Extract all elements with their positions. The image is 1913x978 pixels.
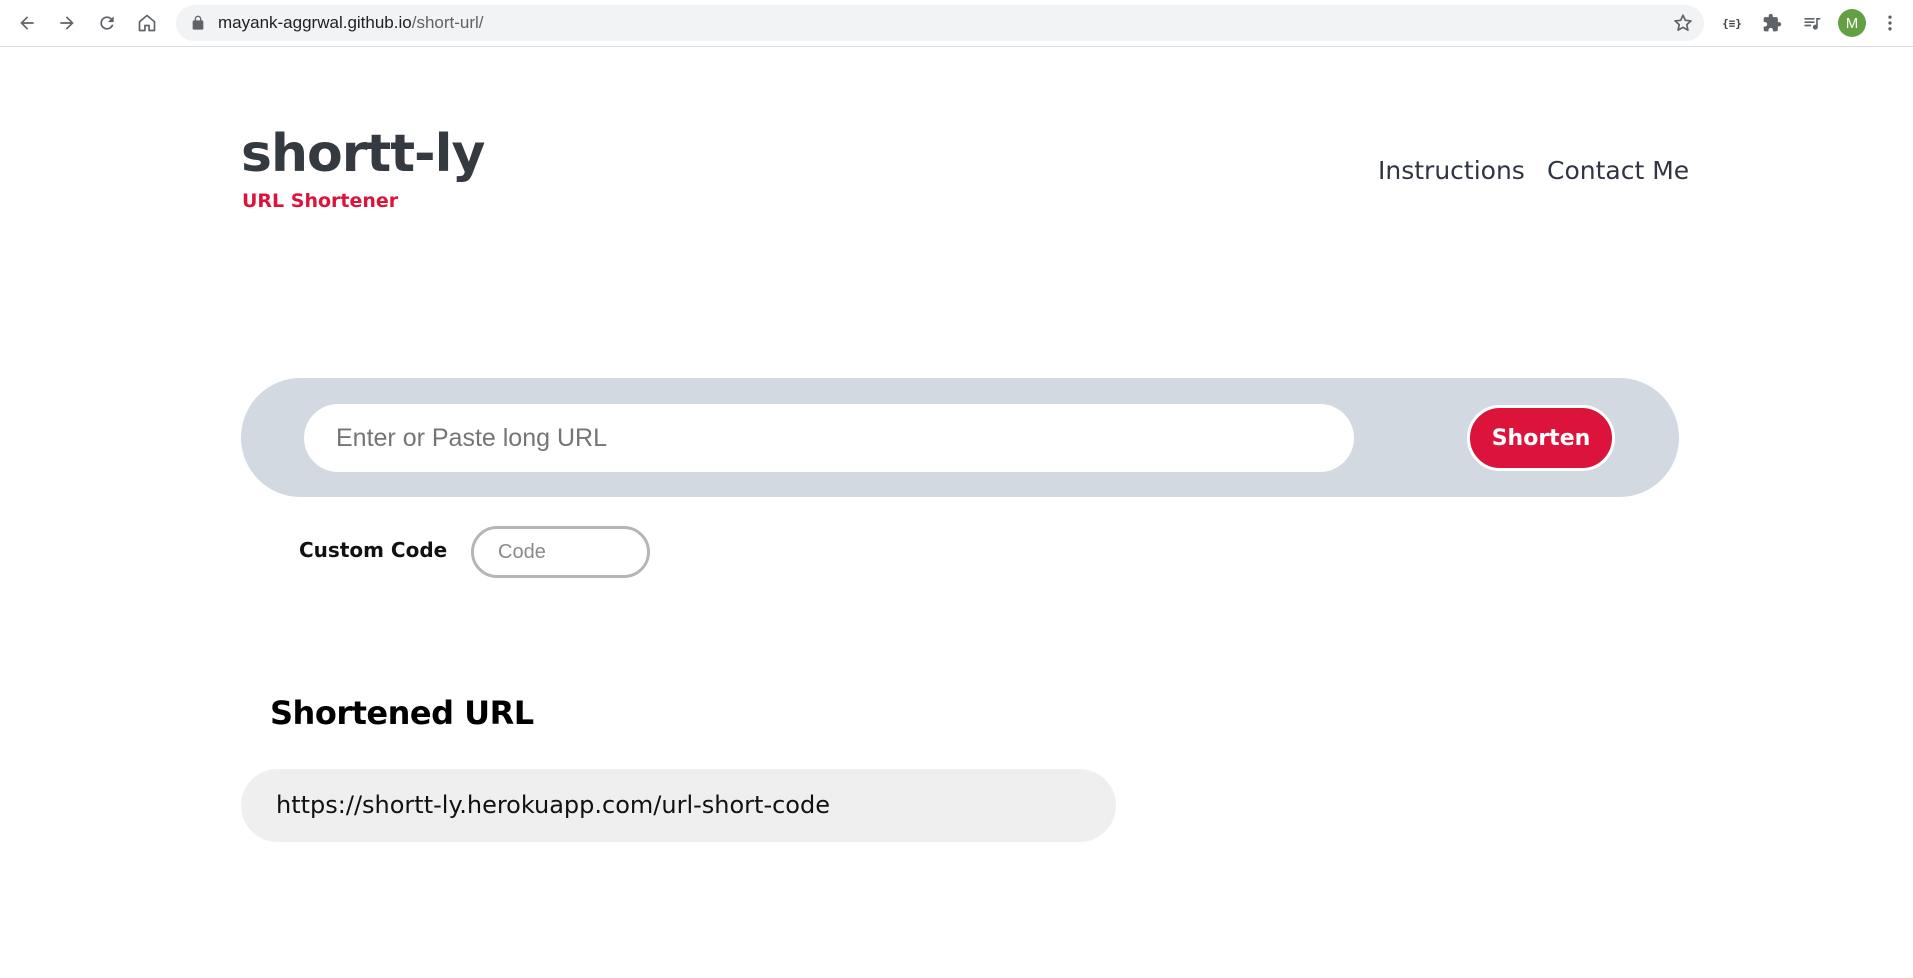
browser-menu-button[interactable] (1876, 9, 1904, 37)
bookmark-star-icon[interactable] (1672, 12, 1694, 34)
brand-title: shortt-ly (241, 124, 485, 184)
brand-subtitle: URL Shortener (242, 190, 399, 212)
back-button[interactable] (11, 7, 43, 39)
profile-avatar[interactable]: M (1838, 9, 1866, 37)
avatar-letter: M (1845, 14, 1859, 32)
extensions-button[interactable] (1758, 9, 1786, 37)
reload-icon (100, 16, 114, 30)
url-path: /short-url/ (411, 13, 484, 32)
lock-icon (192, 15, 204, 30)
home-button[interactable] (131, 7, 163, 39)
shortened-url-box[interactable]: https://shortt-ly.herokuapp.com/url-shor… (241, 769, 1116, 842)
nav-instructions-link[interactable]: Instructions (1378, 156, 1525, 185)
browser-toolbar: mayank-aggrwal.github.io/short-url/ {≡} … (0, 0, 1913, 47)
home-icon (138, 14, 156, 32)
url-host: mayank-aggrwal.github.io (218, 13, 412, 32)
extension-code-button[interactable]: {≡} (1718, 9, 1746, 37)
forward-button[interactable] (51, 7, 83, 39)
puzzle-icon (1763, 13, 1782, 32)
arrow-left-icon (20, 16, 34, 30)
nav-contact-link[interactable]: Contact Me (1547, 156, 1689, 185)
long-url-input[interactable] (304, 404, 1354, 472)
playlist-music-icon (1804, 18, 1821, 30)
shorten-button[interactable]: Shorten (1467, 405, 1615, 471)
braces-icon: {≡} (1722, 16, 1742, 30)
shortened-url-heading: Shortened URL (270, 694, 534, 732)
reload-button[interactable] (91, 7, 123, 39)
media-control-button[interactable] (1798, 9, 1826, 37)
address-bar[interactable]: mayank-aggrwal.github.io/short-url/ (176, 5, 1704, 41)
custom-code-label: Custom Code (299, 538, 448, 562)
custom-code-input[interactable] (471, 526, 650, 578)
shortened-url-text[interactable]: https://shortt-ly.herokuapp.com/url-shor… (276, 769, 830, 842)
arrow-right-icon (60, 16, 74, 30)
address-url[interactable]: mayank-aggrwal.github.io/short-url/ (218, 5, 484, 41)
more-vertical-icon (1888, 15, 1892, 31)
